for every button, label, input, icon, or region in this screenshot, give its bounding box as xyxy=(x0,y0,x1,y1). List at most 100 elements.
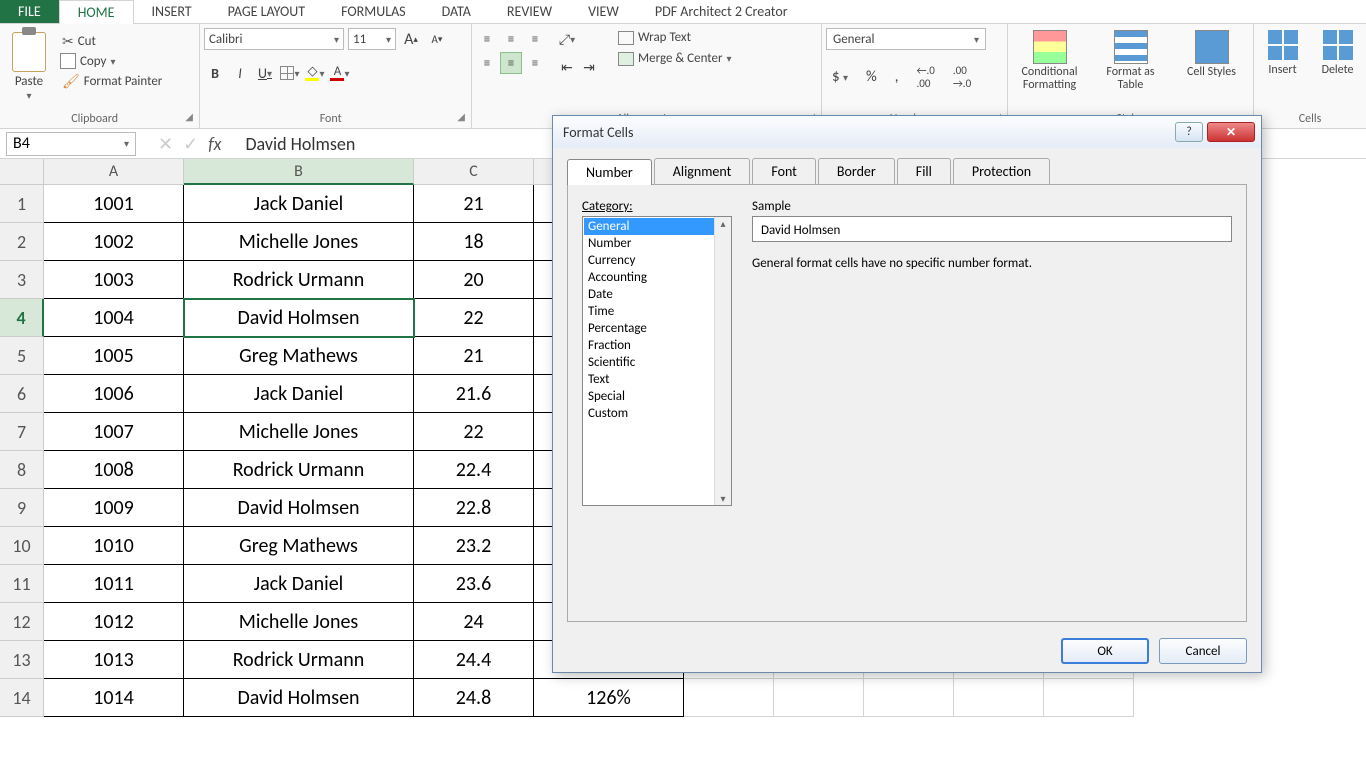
merge-center-button[interactable]: Merge & Center▾ xyxy=(612,49,738,68)
row-header[interactable]: 1 xyxy=(0,185,44,223)
format-painter-button[interactable]: 🖌Format Painter xyxy=(58,72,166,91)
tab-insert[interactable]: INSERT xyxy=(134,0,210,23)
cell[interactable]: Michelle Jones xyxy=(184,223,414,261)
accounting-button[interactable]: $ ▾ xyxy=(826,66,854,88)
delete-cells-button[interactable]: Delete xyxy=(1313,28,1362,79)
paste-button[interactable]: Paste ▾ xyxy=(4,28,54,102)
column-header[interactable]: B xyxy=(184,159,414,185)
cell[interactable]: 1006 xyxy=(44,375,184,413)
row-header[interactable]: 11 xyxy=(0,565,44,603)
row-header[interactable]: 3 xyxy=(0,261,44,299)
italic-button[interactable]: I xyxy=(229,62,251,84)
increase-indent-button[interactable]: ⇥ xyxy=(578,56,600,78)
row-header[interactable]: 13 xyxy=(0,641,44,679)
dialog-help-button[interactable]: ? xyxy=(1175,122,1203,142)
accept-formula-button[interactable]: ✓ xyxy=(183,133,198,155)
dialog-tab-font[interactable]: Font xyxy=(752,158,816,184)
cell[interactable]: 18 xyxy=(414,223,534,261)
tab-data[interactable]: DATA xyxy=(424,0,489,23)
cell[interactable]: 1008 xyxy=(44,451,184,489)
category-item[interactable]: Fraction xyxy=(584,337,730,354)
cell[interactable]: 1009 xyxy=(44,489,184,527)
scrollbar[interactable]: ▴▾ xyxy=(714,217,731,505)
scroll-down-icon[interactable]: ▾ xyxy=(720,492,725,505)
cell[interactable]: 24 xyxy=(414,603,534,641)
cell[interactable]: 1004 xyxy=(44,299,184,337)
cut-button[interactable]: ✂Cut xyxy=(58,32,166,51)
cell[interactable]: 22 xyxy=(414,413,534,451)
cell[interactable]: 1001 xyxy=(44,185,184,223)
cell[interactable]: 24.4 xyxy=(414,641,534,679)
bold-button[interactable]: B xyxy=(204,62,226,84)
align-middle-button[interactable]: ≡ xyxy=(500,28,522,50)
cell[interactable]: Greg Mathews xyxy=(184,337,414,375)
scroll-up-icon[interactable]: ▴ xyxy=(720,217,725,230)
percent-button[interactable]: % xyxy=(860,66,883,88)
cell[interactable]: 22.4 xyxy=(414,451,534,489)
row-header[interactable]: 4 xyxy=(0,299,44,337)
category-item[interactable]: Percentage xyxy=(584,320,730,337)
dialog-titlebar[interactable]: Format Cells ? ✕ xyxy=(553,116,1261,148)
cell[interactable]: 22 xyxy=(414,299,534,337)
cell[interactable]: 126% xyxy=(534,679,684,717)
column-header[interactable]: A xyxy=(44,159,184,185)
fill-color-button[interactable]: ◇▾ xyxy=(304,62,326,84)
increase-decimal-button[interactable]: ←.0.00 xyxy=(911,62,941,92)
category-item[interactable]: Date xyxy=(584,286,730,303)
cell[interactable] xyxy=(774,679,864,717)
cell[interactable] xyxy=(864,679,954,717)
cell[interactable]: David Holmsen xyxy=(184,679,414,717)
dialog-tab-number[interactable]: Number xyxy=(567,159,652,185)
tab-view[interactable]: VIEW xyxy=(570,0,637,23)
cell[interactable]: 1003 xyxy=(44,261,184,299)
cell[interactable]: Rodrick Urmann xyxy=(184,261,414,299)
insert-cells-button[interactable]: Insert xyxy=(1258,28,1307,79)
row-header[interactable]: 2 xyxy=(0,223,44,261)
row-header[interactable]: 14 xyxy=(0,679,44,717)
cell[interactable]: 21 xyxy=(414,337,534,375)
category-item[interactable]: Currency xyxy=(584,252,730,269)
cell[interactable]: David Holmsen xyxy=(184,299,414,337)
format-as-table-button[interactable]: Format as Table xyxy=(1093,28,1168,94)
cell[interactable]: Michelle Jones xyxy=(184,603,414,641)
align-top-button[interactable]: ≡ xyxy=(476,28,498,50)
tab-home[interactable]: HOME xyxy=(59,0,134,24)
cell[interactable]: 1010 xyxy=(44,527,184,565)
cell[interactable]: 20 xyxy=(414,261,534,299)
category-item[interactable]: Accounting xyxy=(584,269,730,286)
cell[interactable]: 23.2 xyxy=(414,527,534,565)
cell[interactable]: 23.6 xyxy=(414,565,534,603)
font-name-select[interactable]: Calibri▾ xyxy=(204,28,344,50)
dialog-close-button[interactable]: ✕ xyxy=(1207,122,1255,142)
cell[interactable]: 21 xyxy=(414,185,534,223)
column-header[interactable]: C xyxy=(414,159,534,185)
copy-button[interactable]: Copy▾ xyxy=(58,53,166,70)
select-all-corner[interactable] xyxy=(0,159,44,185)
cell[interactable]: 1005 xyxy=(44,337,184,375)
cell[interactable]: 21.6 xyxy=(414,375,534,413)
row-header[interactable]: 8 xyxy=(0,451,44,489)
decrease-indent-button[interactable]: ⇤ xyxy=(556,56,578,78)
align-left-button[interactable]: ≡ xyxy=(476,52,498,74)
row-header[interactable]: 5 xyxy=(0,337,44,375)
category-item[interactable]: Scientific xyxy=(584,354,730,371)
cell[interactable]: 1007 xyxy=(44,413,184,451)
cell[interactable]: 22.8 xyxy=(414,489,534,527)
underline-button[interactable]: U▾ xyxy=(254,62,276,84)
name-box[interactable]: B4▾ xyxy=(6,132,136,156)
category-item[interactable]: General xyxy=(584,218,730,235)
comma-button[interactable]: , xyxy=(889,66,905,88)
row-header[interactable]: 7 xyxy=(0,413,44,451)
decrease-decimal-button[interactable]: .00→.0 xyxy=(947,62,977,92)
row-header[interactable]: 6 xyxy=(0,375,44,413)
cell[interactable] xyxy=(954,679,1044,717)
cancel-button[interactable]: Cancel xyxy=(1159,638,1247,664)
cell[interactable]: Jack Daniel xyxy=(184,375,414,413)
cell[interactable]: Rodrick Urmann xyxy=(184,451,414,489)
cell[interactable]: Michelle Jones xyxy=(184,413,414,451)
cell[interactable]: 24.8 xyxy=(414,679,534,717)
category-item[interactable]: Custom xyxy=(584,405,730,422)
align-bottom-button[interactable]: ≡ xyxy=(524,28,546,50)
cancel-formula-button[interactable]: ✕ xyxy=(158,133,173,155)
cell[interactable]: 1012 xyxy=(44,603,184,641)
